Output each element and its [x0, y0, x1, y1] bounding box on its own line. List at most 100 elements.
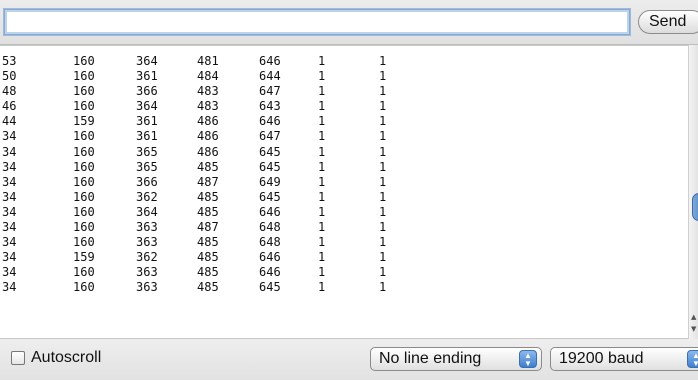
output-value: 1	[379, 174, 387, 189]
output-line: 34 160 361 486 647 1 1	[0, 129, 688, 144]
output-value: 1	[379, 54, 387, 68]
output-value: 160	[73, 99, 95, 114]
output-value: 485	[197, 235, 219, 250]
output-value: 1	[318, 204, 326, 219]
autoscroll-checkbox[interactable]	[11, 351, 25, 365]
output-value: 363	[136, 265, 158, 280]
output-value: 483	[197, 84, 219, 99]
output-value: 48	[2, 84, 17, 99]
updown-chevron-icon: ▲ ▼	[519, 350, 537, 368]
output-value: 648	[259, 220, 281, 235]
scrollbar-thumb[interactable]	[692, 193, 698, 221]
output-value: 1	[318, 129, 326, 144]
autoscroll-label: Autoscroll	[31, 349, 102, 366]
output-line: 44 159 361 486 646 1 1	[0, 114, 688, 129]
output-value: 1	[318, 114, 326, 129]
output-line: 34 160 366 487 649 1 1	[0, 175, 688, 190]
output-value: 1	[379, 69, 387, 84]
output-value: 34	[2, 189, 17, 204]
output-value: 160	[73, 265, 95, 280]
output-value: 646	[259, 265, 281, 280]
output-value: 44	[2, 114, 17, 129]
output-value: 160	[73, 84, 95, 99]
output-value: 34	[2, 250, 17, 265]
output-line: 50 160 361 484 644 1 1	[0, 69, 688, 84]
output-value: 646	[259, 114, 281, 129]
output-line: 53 160 364 481 646 1 1	[0, 54, 688, 69]
output-value: 1	[318, 54, 326, 68]
output-value: 644	[259, 69, 281, 84]
output-value: 34	[2, 159, 17, 174]
output-rows: 53 160 364 481 646 1 1 50 160 361 484 644 1 1 48 160 366…	[0, 46, 688, 296]
output-value: 645	[259, 280, 281, 295]
output-value: 646	[259, 54, 281, 68]
output-value: 1	[379, 220, 387, 235]
output-value: 160	[73, 204, 95, 219]
output-line: 34 160 363 485 648 1 1	[0, 235, 688, 250]
baud-rate-select[interactable]: 19200 baud ▲ ▼	[550, 347, 698, 371]
send-input[interactable]	[4, 9, 630, 35]
output-value: 34	[2, 204, 17, 219]
output-line: 34 160 363 487 648 1 1	[0, 220, 688, 235]
output-value: 1	[379, 144, 387, 159]
output-value: 362	[136, 250, 158, 265]
output-value: 160	[73, 280, 95, 295]
updown-chevron-icon: ▲ ▼	[687, 350, 698, 368]
output-value: 159	[73, 114, 95, 129]
output-line: 34 160 363 485 645 1 1	[0, 280, 688, 295]
output-line: 34 160 363 485 646 1 1	[0, 265, 688, 280]
output-value: 364	[136, 204, 158, 219]
bottom-bar: Autoscroll No line ending ▲ ▼ 19200 baud …	[0, 339, 698, 380]
output-value: 1	[318, 250, 326, 265]
output-value: 645	[259, 159, 281, 174]
output-value: 366	[136, 84, 158, 99]
vertical-scrollbar[interactable]: ▲ ▼	[688, 45, 698, 339]
scroll-up-arrow-icon[interactable]: ▲	[691, 313, 696, 321]
output-value: 363	[136, 235, 158, 250]
output-value: 363	[136, 220, 158, 235]
output-value: 365	[136, 159, 158, 174]
output-value: 160	[73, 129, 95, 144]
output-line: 34 160 362 485 645 1 1	[0, 190, 688, 205]
output-line: 48 160 366 483 647 1 1	[0, 84, 688, 99]
line-ending-value: No line ending	[379, 350, 482, 367]
output-value: 160	[73, 235, 95, 250]
output-value: 160	[73, 220, 95, 235]
output-value: 362	[136, 189, 158, 204]
output-value: 1	[379, 99, 387, 114]
output-value: 46	[2, 99, 17, 114]
output-value: 1	[318, 174, 326, 189]
output-value: 34	[2, 235, 17, 250]
output-value: 160	[73, 69, 95, 84]
output-value: 364	[136, 54, 158, 68]
output-value: 1	[318, 220, 326, 235]
output-value: 649	[259, 174, 281, 189]
output-value: 1	[318, 189, 326, 204]
line-ending-select[interactable]: No line ending ▲ ▼	[370, 347, 542, 371]
output-value: 485	[197, 265, 219, 280]
scroll-down-arrow-icon[interactable]: ▼	[691, 325, 696, 333]
output-value: 485	[197, 159, 219, 174]
output-value: 361	[136, 129, 158, 144]
output-value: 647	[259, 84, 281, 99]
send-button[interactable]: Send	[638, 10, 698, 34]
output-value: 160	[73, 174, 95, 189]
output-value: 1	[379, 235, 387, 250]
output-value: 643	[259, 99, 281, 114]
output-value: 485	[197, 280, 219, 295]
baud-rate-value: 19200 baud	[559, 350, 644, 367]
output-value: 160	[73, 54, 95, 68]
output-value: 159	[73, 250, 95, 265]
output-value: 1	[379, 204, 387, 219]
output-value: 53	[2, 54, 17, 68]
output-value: 1	[318, 99, 326, 114]
output-value: 1	[318, 144, 326, 159]
output-value: 160	[73, 159, 95, 174]
output-value: 481	[197, 54, 219, 68]
output-value: 1	[379, 189, 387, 204]
output-value: 485	[197, 204, 219, 219]
output-value: 485	[197, 250, 219, 265]
output-value: 361	[136, 69, 158, 84]
output-value: 1	[318, 159, 326, 174]
serial-output[interactable]: 53 160 364 481 646 1 1 50 160 361 484 644 1 1 48 160 366…	[0, 45, 688, 339]
